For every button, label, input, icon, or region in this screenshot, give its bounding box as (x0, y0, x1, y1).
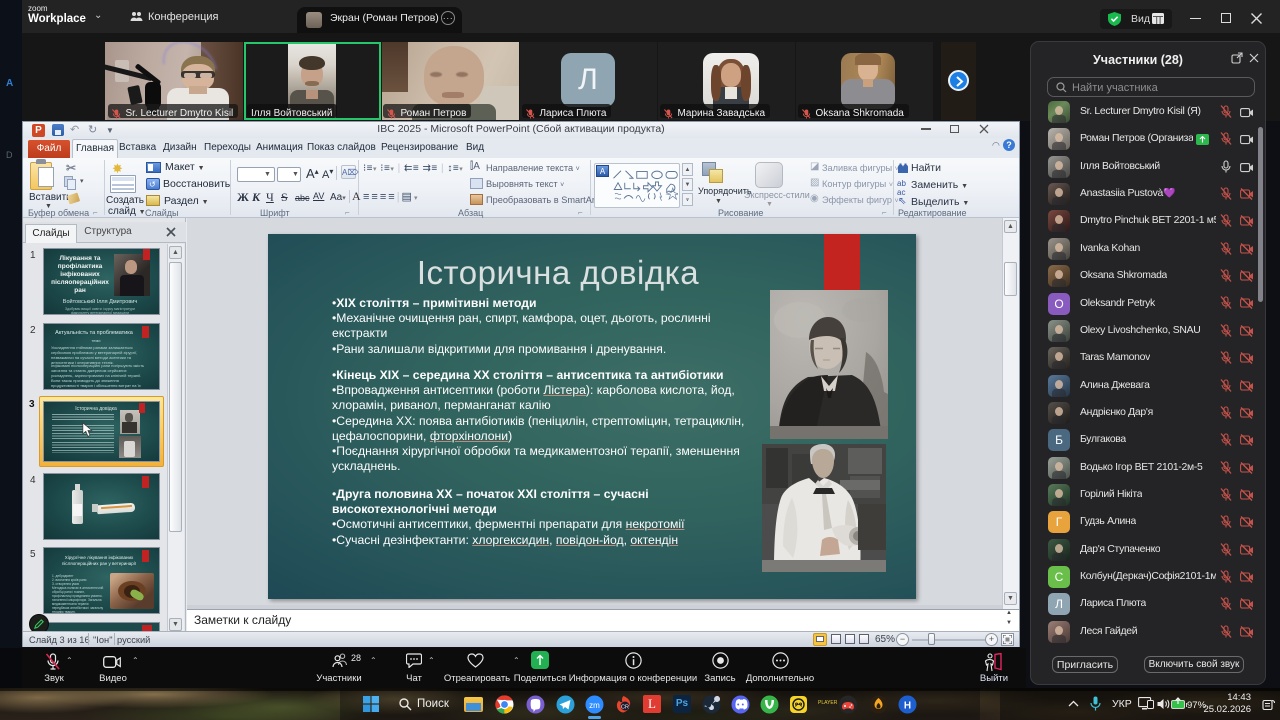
svg-text:H: H (904, 701, 911, 712)
svg-text:zm: zm (589, 701, 600, 710)
svg-text:CR: CR (621, 705, 629, 711)
